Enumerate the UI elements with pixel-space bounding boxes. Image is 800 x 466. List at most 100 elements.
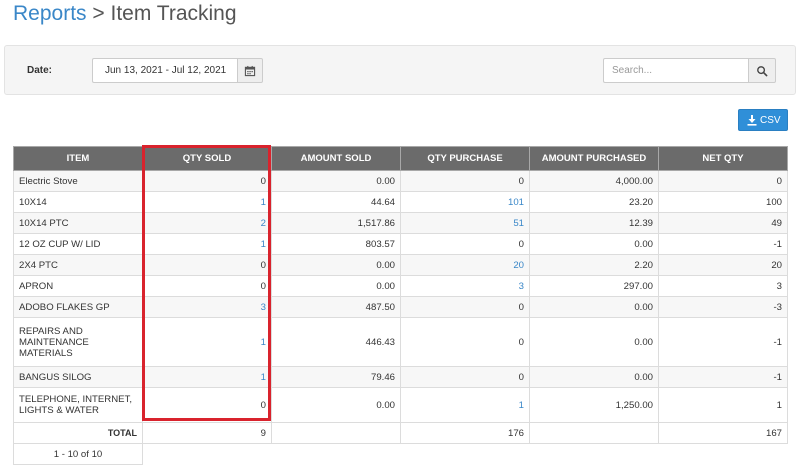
cell-net-qty: -1 — [658, 366, 788, 388]
cell-amount-sold: 79.46 — [271, 366, 401, 388]
cell-amount-purchased: 297.00 — [529, 275, 659, 297]
cell-qty-sold[interactable]: 1 — [142, 317, 272, 367]
csv-label: CSV — [760, 115, 781, 126]
total-qty-sold: 9 — [142, 422, 272, 444]
cell-qty-purchase: 0 — [400, 317, 530, 367]
cell-qty-purchase: 0 — [400, 170, 530, 192]
cell-qty-purchase[interactable]: 101 — [400, 191, 530, 213]
csv-export-button[interactable]: CSV — [738, 109, 788, 131]
cell-amount-sold: 487.50 — [271, 296, 401, 318]
total-amount-purchased — [529, 422, 659, 444]
cell-qty-purchase[interactable]: 1 — [400, 387, 530, 423]
breadcrumb-separator: > — [92, 2, 105, 25]
cell-qty-sold: 0 — [142, 275, 272, 297]
cell-item: BANGUS SILOG — [13, 366, 143, 388]
page-title: Item Tracking — [110, 2, 237, 25]
total-net-qty: 167 — [658, 422, 788, 444]
col-header-amount-sold[interactable]: AMOUNT SOLD — [271, 146, 401, 171]
cell-amount-purchased: 23.20 — [529, 191, 659, 213]
table-row: 10X14 PTC 2 1,517.86 51 12.39 49 — [13, 212, 788, 234]
item-tracking-table: ITEM QTY SOLD AMOUNT SOLD QTY PURCHASE A… — [13, 146, 788, 465]
cell-item: APRON — [13, 275, 143, 297]
cell-qty-purchase[interactable]: 51 — [400, 212, 530, 234]
cell-amount-purchased: 2.20 — [529, 254, 659, 276]
cell-amount-sold: 44.64 — [271, 191, 401, 213]
search-icon — [757, 65, 768, 76]
cell-net-qty: 20 — [658, 254, 788, 276]
col-header-item[interactable]: ITEM — [13, 146, 143, 171]
calendar-button[interactable] — [237, 58, 263, 83]
cell-amount-sold: 446.43 — [271, 317, 401, 367]
date-label: Date: — [27, 65, 53, 76]
table-row: Electric Stove 0 0.00 0 4,000.00 0 — [13, 170, 788, 192]
breadcrumb-reports-link[interactable]: Reports — [13, 2, 87, 25]
col-header-qty-purchase[interactable]: QTY PURCHASE — [400, 146, 530, 171]
cell-qty-sold: 0 — [142, 254, 272, 276]
table-row: 10X14 1 44.64 101 23.20 100 — [13, 191, 788, 213]
cell-amount-purchased: 4,000.00 — [529, 170, 659, 192]
cell-item: 12 OZ CUP W/ LID — [13, 233, 143, 255]
table-total-row: TOTAL 9 176 167 — [13, 422, 788, 444]
cell-amount-sold: 0.00 — [271, 387, 401, 423]
total-qty-purchase: 176 — [400, 422, 530, 444]
cell-net-qty: 0 — [658, 170, 788, 192]
table-row: 2X4 PTC 0 0.00 20 2.20 20 — [13, 254, 788, 276]
cell-item: 10X14 PTC — [13, 212, 143, 234]
pagination-row: 1 - 10 of 10 — [13, 443, 788, 465]
search-input[interactable] — [603, 58, 748, 83]
cell-qty-purchase: 0 — [400, 233, 530, 255]
total-amount-sold — [271, 422, 401, 444]
search-button[interactable] — [748, 58, 776, 83]
table-row: 12 OZ CUP W/ LID 1 803.57 0 0.00 -1 — [13, 233, 788, 255]
download-icon — [747, 115, 757, 126]
cell-amount-purchased: 0.00 — [529, 317, 659, 367]
cell-amount-purchased: 0.00 — [529, 233, 659, 255]
cell-net-qty: 1 — [658, 387, 788, 423]
col-header-amount-purchased[interactable]: AMOUNT PURCHASED — [529, 146, 659, 171]
cell-item: 2X4 PTC — [13, 254, 143, 276]
cell-item: Electric Stove — [13, 170, 143, 192]
cell-qty-purchase: 0 — [400, 296, 530, 318]
cell-qty-sold[interactable]: 1 — [142, 191, 272, 213]
cell-amount-sold: 0.00 — [271, 170, 401, 192]
cell-amount-purchased: 0.00 — [529, 366, 659, 388]
cell-qty-sold: 0 — [142, 170, 272, 192]
cell-qty-sold: 0 — [142, 387, 272, 423]
table-header-row: ITEM QTY SOLD AMOUNT SOLD QTY PURCHASE A… — [13, 146, 788, 171]
cell-amount-sold: 803.57 — [271, 233, 401, 255]
cell-qty-sold[interactable]: 1 — [142, 366, 272, 388]
total-label: TOTAL — [13, 422, 143, 444]
cell-item: 10X14 — [13, 191, 143, 213]
table-row: APRON 0 0.00 3 297.00 3 — [13, 275, 788, 297]
cell-item: TELEPHONE, INTERNET, LIGHTS & WATER — [13, 387, 143, 423]
cell-net-qty: 49 — [658, 212, 788, 234]
cell-qty-purchase[interactable]: 20 — [400, 254, 530, 276]
cell-qty-sold[interactable]: 2 — [142, 212, 272, 234]
table-row: TELEPHONE, INTERNET, LIGHTS & WATER 0 0.00… — [13, 387, 788, 423]
cell-amount-sold: 1,517.86 — [271, 212, 401, 234]
cell-net-qty: 100 — [658, 191, 788, 213]
cell-amount-sold: 0.00 — [271, 254, 401, 276]
table-row: ADOBO FLAKES GP 3 487.50 0 0.00 -3 — [13, 296, 788, 318]
cell-qty-sold[interactable]: 3 — [142, 296, 272, 318]
date-range-input[interactable]: Jun 13, 2021 - Jul 12, 2021 — [92, 58, 237, 83]
pagination-filler — [142, 443, 788, 465]
cell-item: REPAIRS AND MAINTENANCE MATERIALS — [13, 317, 143, 367]
cell-net-qty: -3 — [658, 296, 788, 318]
cell-item: ADOBO FLAKES GP — [13, 296, 143, 318]
cell-amount-purchased: 0.00 — [529, 296, 659, 318]
cell-amount-purchased: 12.39 — [529, 212, 659, 234]
cell-amount-sold: 0.00 — [271, 275, 401, 297]
col-header-qty-sold[interactable]: QTY SOLD — [142, 146, 272, 171]
cell-qty-purchase: 0 — [400, 366, 530, 388]
cell-net-qty: -1 — [658, 233, 788, 255]
cell-qty-purchase[interactable]: 3 — [400, 275, 530, 297]
calendar-icon — [244, 65, 256, 76]
filter-bar: Date: Jun 13, 2021 - Jul 12, 2021 — [4, 45, 796, 95]
table-row: BANGUS SILOG 1 79.46 0 0.00 -1 — [13, 366, 788, 388]
breadcrumb: Reports > Item Tracking — [13, 2, 237, 26]
cell-net-qty: -1 — [658, 317, 788, 367]
pagination-info: 1 - 10 of 10 — [13, 443, 143, 465]
col-header-net-qty[interactable]: NET QTY — [658, 146, 788, 171]
cell-qty-sold[interactable]: 1 — [142, 233, 272, 255]
